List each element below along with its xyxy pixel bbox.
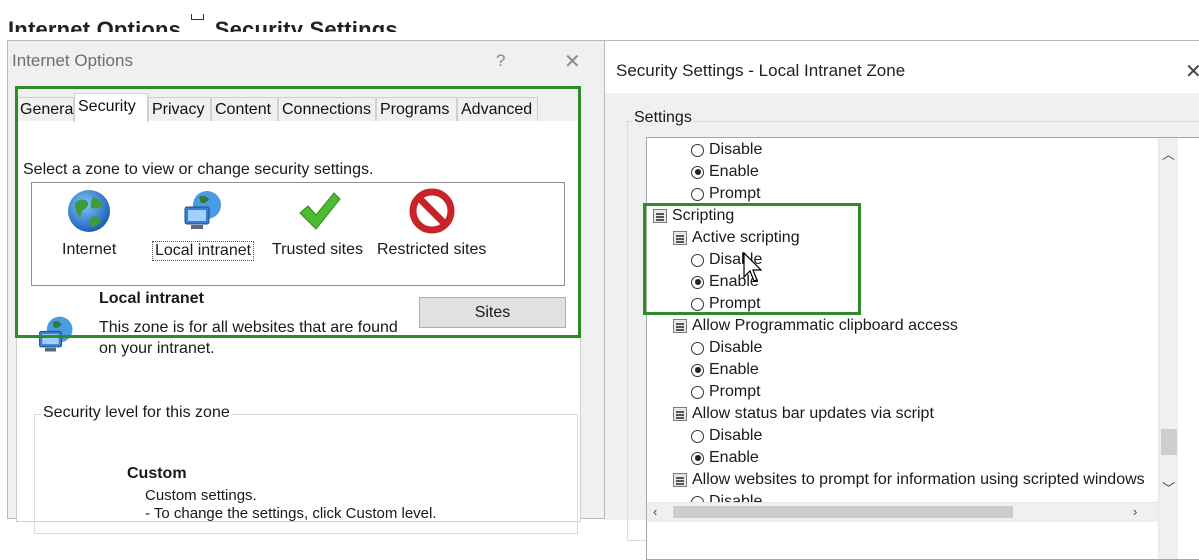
security-level-description: Custom settings. xyxy=(145,487,257,504)
missing-glyph-icon: ? xyxy=(191,14,205,20)
setting-radio-option[interactable]: Disable xyxy=(691,139,762,161)
security-level-group: Security level for this zone Custom Cust… xyxy=(34,404,578,534)
radio-checked-icon[interactable] xyxy=(691,363,704,377)
radio-unchecked-icon[interactable] xyxy=(691,341,704,355)
setting-radio-option[interactable]: Prompt xyxy=(691,183,761,205)
scroll-down-icon[interactable]: ﹀ xyxy=(1162,478,1175,497)
setting-radio-option[interactable]: Disable xyxy=(691,337,762,359)
radio-checked-icon[interactable] xyxy=(691,165,704,179)
radio-checked-icon[interactable] xyxy=(691,451,704,465)
security-settings-dialog: Security Settings - Local Intranet Zone … xyxy=(604,40,1199,560)
help-button[interactable]: ? xyxy=(496,51,505,71)
scroll-thumb[interactable] xyxy=(673,506,1013,518)
vertical-scrollbar[interactable]: ︿ ﹀ xyxy=(1158,138,1178,559)
settings-tree[interactable]: Disable Enable Prompt Scripting Active scrip… xyxy=(646,137,1199,560)
scroll-thumb[interactable] xyxy=(1161,429,1177,455)
settings-icon xyxy=(673,473,687,487)
page-heading: Internet Options ? Security Settings xyxy=(8,14,398,32)
tree-row-label: Prompt xyxy=(709,383,761,400)
horizontal-scrollbar[interactable]: ‹ › xyxy=(647,502,1158,522)
title-bar: Security Settings - Local Intranet Zone … xyxy=(605,41,1199,93)
scroll-up-icon[interactable]: ︿ xyxy=(1162,144,1175,163)
security-level-hint: - To change the settings, click Custom l… xyxy=(145,505,437,522)
tree-row-label: Enable xyxy=(709,361,759,378)
tree-row-label: Enable xyxy=(709,163,759,180)
setting-radio-option[interactable]: Disable xyxy=(691,425,762,447)
tree-row-label: Enable xyxy=(709,449,759,466)
radio-unchecked-icon[interactable] xyxy=(691,187,704,201)
settings-icon xyxy=(673,319,687,333)
setting-radio-option[interactable]: Enable xyxy=(691,359,759,381)
setting-radio-option[interactable]: Prompt xyxy=(691,381,761,403)
settings-icon xyxy=(673,407,687,421)
page-heading-part2: Security Settings xyxy=(214,17,398,32)
tree-row-label: Disable xyxy=(709,427,763,444)
settings-item: Allow status bar updates via script xyxy=(673,403,934,425)
mouse-cursor-icon xyxy=(743,251,762,282)
scroll-left-icon[interactable]: ‹ xyxy=(653,504,657,519)
setting-radio-option[interactable]: Enable xyxy=(691,161,759,183)
tree-row-label: Disable xyxy=(709,339,763,356)
security-level-name: Custom xyxy=(127,465,187,482)
tree-row-label: Allow Programmatic clipboard access xyxy=(692,317,958,334)
close-button[interactable]: ✕ xyxy=(1185,59,1199,84)
page-heading-part1: Internet Options xyxy=(8,17,182,32)
radio-unchecked-icon[interactable] xyxy=(691,143,704,157)
tree-row-label: Prompt xyxy=(709,185,761,202)
close-button[interactable]: ✕ xyxy=(564,49,581,74)
tab-security[interactable]: Security xyxy=(74,93,148,122)
settings-item: Allow Programmatic clipboard access xyxy=(673,315,958,337)
radio-unchecked-icon[interactable] xyxy=(691,385,704,399)
settings-item: Allow websites to prompt for information… xyxy=(673,469,1145,491)
tree-row-label: Allow status bar updates via script xyxy=(692,405,934,422)
internet-options-dialog: Internet Options ? ✕ General Security Pr… xyxy=(7,40,607,534)
tree-row-label: Allow websites to prompt for information… xyxy=(692,471,1145,488)
settings-legend: Settings xyxy=(632,109,694,127)
setting-radio-option[interactable]: Enable xyxy=(691,447,759,469)
security-level-legend: Security level for this zone xyxy=(41,404,232,422)
dialog-title: Internet Options xyxy=(12,51,133,70)
radio-unchecked-icon[interactable] xyxy=(691,429,704,443)
tree-row-label: Disable xyxy=(709,141,763,158)
scroll-right-icon[interactable]: › xyxy=(1133,504,1137,519)
dialog-title: Security Settings - Local Intranet Zone xyxy=(616,61,906,80)
highlight-box xyxy=(15,86,581,338)
